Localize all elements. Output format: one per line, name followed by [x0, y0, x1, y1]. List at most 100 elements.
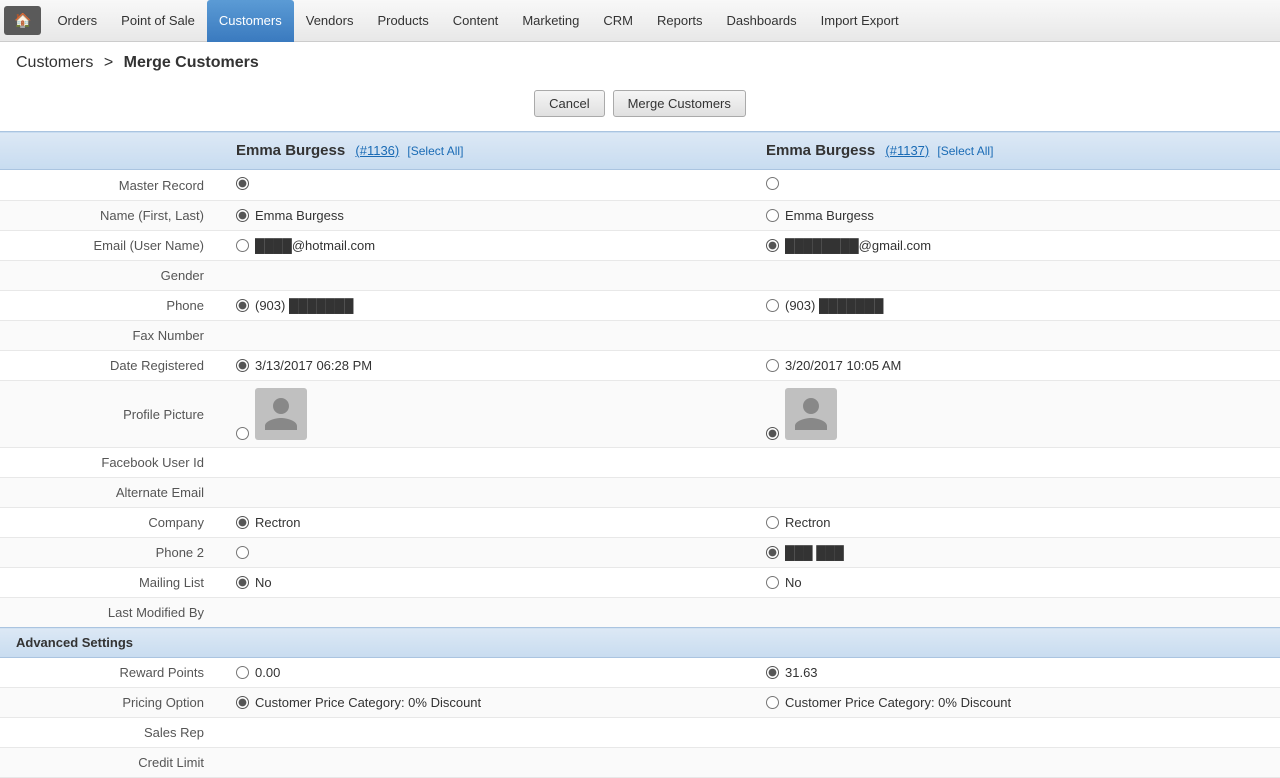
breadcrumb-separator: > — [104, 54, 113, 71]
right-value-cell: Emma Burgess — [750, 201, 1280, 231]
right-field-value: No — [785, 575, 802, 590]
left-field-value: 0.00 — [255, 665, 280, 680]
home-button[interactable]: 🏠 — [4, 6, 41, 35]
nav-products[interactable]: Products — [365, 0, 440, 42]
left-value-cell — [220, 718, 750, 748]
right-value-cell — [750, 381, 1280, 448]
right-field-radio[interactable] — [766, 299, 779, 312]
nav-orders[interactable]: Orders — [45, 0, 109, 42]
left-value-cell — [220, 261, 750, 291]
breadcrumb-parent[interactable]: Customers — [16, 54, 93, 71]
right-value-cell — [750, 478, 1280, 508]
right-field-value: ███ ███ — [785, 545, 844, 560]
right-customer-header: Emma Burgess (#1137) [Select All] — [750, 132, 1280, 170]
left-value-cell — [220, 321, 750, 351]
left-field-radio[interactable] — [236, 516, 249, 529]
nav-import-export[interactable]: Import Export — [809, 0, 911, 42]
nav-marketing[interactable]: Marketing — [510, 0, 591, 42]
left-field-radio[interactable] — [236, 576, 249, 589]
label-column-header — [0, 132, 220, 170]
left-value-cell: Emma Burgess — [220, 201, 750, 231]
nav-crm[interactable]: CRM — [591, 0, 645, 42]
left-profile-picture — [255, 388, 307, 440]
right-master-radio[interactable] — [766, 177, 779, 190]
left-value-cell — [220, 538, 750, 568]
table-row: Facebook User Id — [0, 448, 1280, 478]
left-field-radio[interactable] — [236, 299, 249, 312]
table-row: Alternate Email — [0, 478, 1280, 508]
row-label: Last Modified By — [0, 598, 220, 628]
right-value-cell — [750, 321, 1280, 351]
row-label: Name (First, Last) — [0, 201, 220, 231]
cancel-button[interactable]: Cancel — [534, 90, 604, 117]
right-field-value: Customer Price Category: 0% Discount — [785, 695, 1011, 710]
right-value-cell — [750, 448, 1280, 478]
right-value-cell: 31.63 — [750, 658, 1280, 688]
table-row: Sales Rep — [0, 718, 1280, 748]
left-value-cell: No — [220, 568, 750, 598]
right-select-all[interactable]: [Select All] — [937, 144, 993, 158]
left-value-cell: (903) ███████ — [220, 291, 750, 321]
table-row: Email (User Name)████@hotmail.com███████… — [0, 231, 1280, 261]
left-value-cell — [220, 748, 750, 778]
nav-reports[interactable]: Reports — [645, 0, 715, 42]
nav-vendors[interactable]: Vendors — [294, 0, 366, 42]
right-field-radio[interactable] — [766, 666, 779, 679]
nav-dashboards[interactable]: Dashboards — [715, 0, 809, 42]
table-row: Last Modified By — [0, 598, 1280, 628]
right-field-radio[interactable] — [766, 576, 779, 589]
row-label: Phone — [0, 291, 220, 321]
left-select-all[interactable]: [Select All] — [407, 144, 463, 158]
right-value-cell: ████████@gmail.com — [750, 231, 1280, 261]
row-label: Facebook User Id — [0, 448, 220, 478]
right-field-value: ████████@gmail.com — [785, 238, 931, 253]
right-value-cell — [750, 261, 1280, 291]
left-field-radio[interactable] — [236, 546, 249, 559]
right-field-radio[interactable] — [766, 546, 779, 559]
right-field-radio[interactable] — [766, 516, 779, 529]
right-field-value: 31.63 — [785, 665, 818, 680]
left-customer-id-link[interactable]: (#1136) — [355, 143, 399, 158]
left-profile-pic-radio[interactable] — [236, 427, 249, 440]
left-master-radio[interactable] — [236, 177, 249, 190]
nav-point-of-sale[interactable]: Point of Sale — [109, 0, 207, 42]
table-row: CompanyRectronRectron — [0, 508, 1280, 538]
table-row: Reward Points0.0031.63 — [0, 658, 1280, 688]
right-field-value: Emma Burgess — [785, 208, 874, 223]
left-field-radio[interactable] — [236, 239, 249, 252]
right-value-cell: 3/20/2017 10:05 AM — [750, 351, 1280, 381]
right-value-cell — [750, 748, 1280, 778]
toolbar: Cancel Merge Customers — [0, 80, 1280, 131]
left-value-cell — [220, 598, 750, 628]
left-customer-header: Emma Burgess (#1136) [Select All] — [220, 132, 750, 170]
right-field-radio[interactable] — [766, 239, 779, 252]
right-profile-pic-radio[interactable] — [766, 427, 779, 440]
table-row: Phone 2 ███ ███ — [0, 538, 1280, 568]
right-value-cell — [750, 718, 1280, 748]
left-field-radio[interactable] — [236, 666, 249, 679]
left-value-cell — [220, 170, 750, 201]
left-value-cell: Rectron — [220, 508, 750, 538]
nav-content[interactable]: Content — [441, 0, 511, 42]
table-row: Mailing ListNoNo — [0, 568, 1280, 598]
table-row: Credit Limit — [0, 748, 1280, 778]
right-customer-id-link[interactable]: (#1137) — [885, 143, 929, 158]
row-label: Phone 2 — [0, 538, 220, 568]
left-field-value: Customer Price Category: 0% Discount — [255, 695, 481, 710]
left-field-radio[interactable] — [236, 209, 249, 222]
left-field-value: (903) ███████ — [255, 298, 353, 313]
left-field-radio[interactable] — [236, 359, 249, 372]
right-field-radio[interactable] — [766, 209, 779, 222]
left-field-radio[interactable] — [236, 696, 249, 709]
right-value-cell: ███ ███ — [750, 538, 1280, 568]
row-label: Pricing Option — [0, 688, 220, 718]
merge-table: Emma Burgess (#1136) [Select All] Emma B… — [0, 131, 1280, 778]
row-label: Profile Picture — [0, 381, 220, 448]
nav-customers[interactable]: Customers — [207, 0, 294, 42]
merge-customers-button[interactable]: Merge Customers — [613, 90, 746, 117]
table-row: Gender — [0, 261, 1280, 291]
left-value-cell: Customer Price Category: 0% Discount — [220, 688, 750, 718]
right-field-radio[interactable] — [766, 359, 779, 372]
right-field-radio[interactable] — [766, 696, 779, 709]
left-value-cell — [220, 381, 750, 448]
